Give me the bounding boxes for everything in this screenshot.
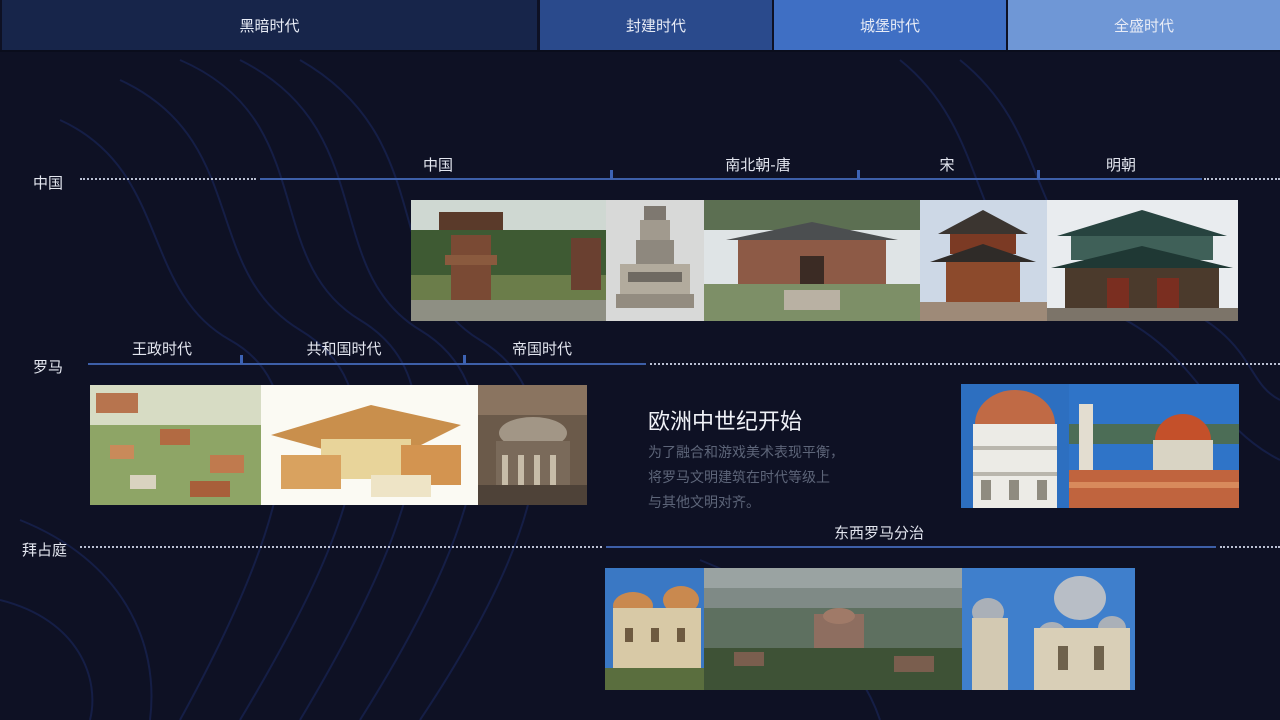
tab-feudal-age[interactable]: 封建时代 <box>540 0 772 50</box>
photo-roman-villa <box>261 385 478 505</box>
photo-pisa-baptistery <box>961 384 1069 508</box>
row-label-byzantium: 拜占庭 <box>22 541 68 559</box>
photo-ancient-gate <box>411 200 606 321</box>
photo-florence-duomo <box>1069 384 1239 508</box>
timeline-dots <box>80 178 256 180</box>
tab-imperial-age[interactable]: 全盛时代 <box>1008 0 1280 50</box>
period-label: 王政时代 <box>131 340 193 358</box>
photo-pantheon <box>478 385 587 505</box>
timeline-tick <box>1037 170 1040 179</box>
note-line: 为了融合和游戏美术表现平衡， <box>648 445 844 461</box>
photo-song-pagoda <box>920 200 1047 321</box>
era-tab-bar: 黑暗时代 封建时代 城堡时代 全盛时代 <box>0 0 1280 52</box>
tab-label: 全盛时代 <box>1113 16 1174 35</box>
photo-pottery-tower <box>606 200 704 321</box>
period-label: 帝国时代 <box>511 340 573 358</box>
timeline-dots <box>650 363 1280 365</box>
photo-byzantine-church <box>605 568 704 690</box>
timeline-tick <box>463 355 466 364</box>
photo-constantinople-view <box>704 568 962 690</box>
row-label-rome: 罗马 <box>33 358 64 376</box>
period-label: 南北朝-唐 <box>725 156 791 174</box>
timeline-tick <box>610 170 613 179</box>
timeline-dots <box>1204 178 1280 180</box>
note-line: 与其他文明对齐。 <box>648 495 760 511</box>
photo-roman-village <box>90 385 261 505</box>
photo-onion-dome-church <box>962 568 1135 690</box>
photo-tang-hall <box>704 200 920 321</box>
tab-dark-age[interactable]: 黑暗时代 <box>2 0 538 50</box>
tab-label: 封建时代 <box>625 16 686 35</box>
note-title: 欧洲中世纪开始 <box>648 410 803 435</box>
tab-bar-divider <box>0 50 1280 52</box>
photo-ming-palace <box>1047 200 1238 321</box>
timeline-tick <box>857 170 860 179</box>
timeline-line-china <box>260 178 1202 180</box>
note-line: 将罗马文明建筑在时代等级上 <box>648 470 830 486</box>
timeline-line-byzantium <box>606 546 1216 548</box>
period-label: 共和国时代 <box>306 340 382 358</box>
timeline-line-rome <box>88 363 646 365</box>
period-label: 明朝 <box>1105 156 1137 174</box>
timeline-dots <box>80 546 602 548</box>
timeline-page: 黑暗时代 封建时代 城堡时代 全盛时代 中国 中国 南北朝-唐 宋 明朝 罗马 … <box>0 0 1280 720</box>
period-label: 东西罗马分治 <box>833 524 925 542</box>
tab-castle-age[interactable]: 城堡时代 <box>774 0 1006 50</box>
tab-label: 黑暗时代 <box>239 16 300 35</box>
timeline-tick <box>240 355 243 364</box>
tab-label: 城堡时代 <box>859 16 920 35</box>
period-label: 中国 <box>422 156 454 174</box>
timeline-dots <box>1220 546 1280 548</box>
row-label-china: 中国 <box>33 174 64 192</box>
period-label: 宋 <box>939 156 955 174</box>
